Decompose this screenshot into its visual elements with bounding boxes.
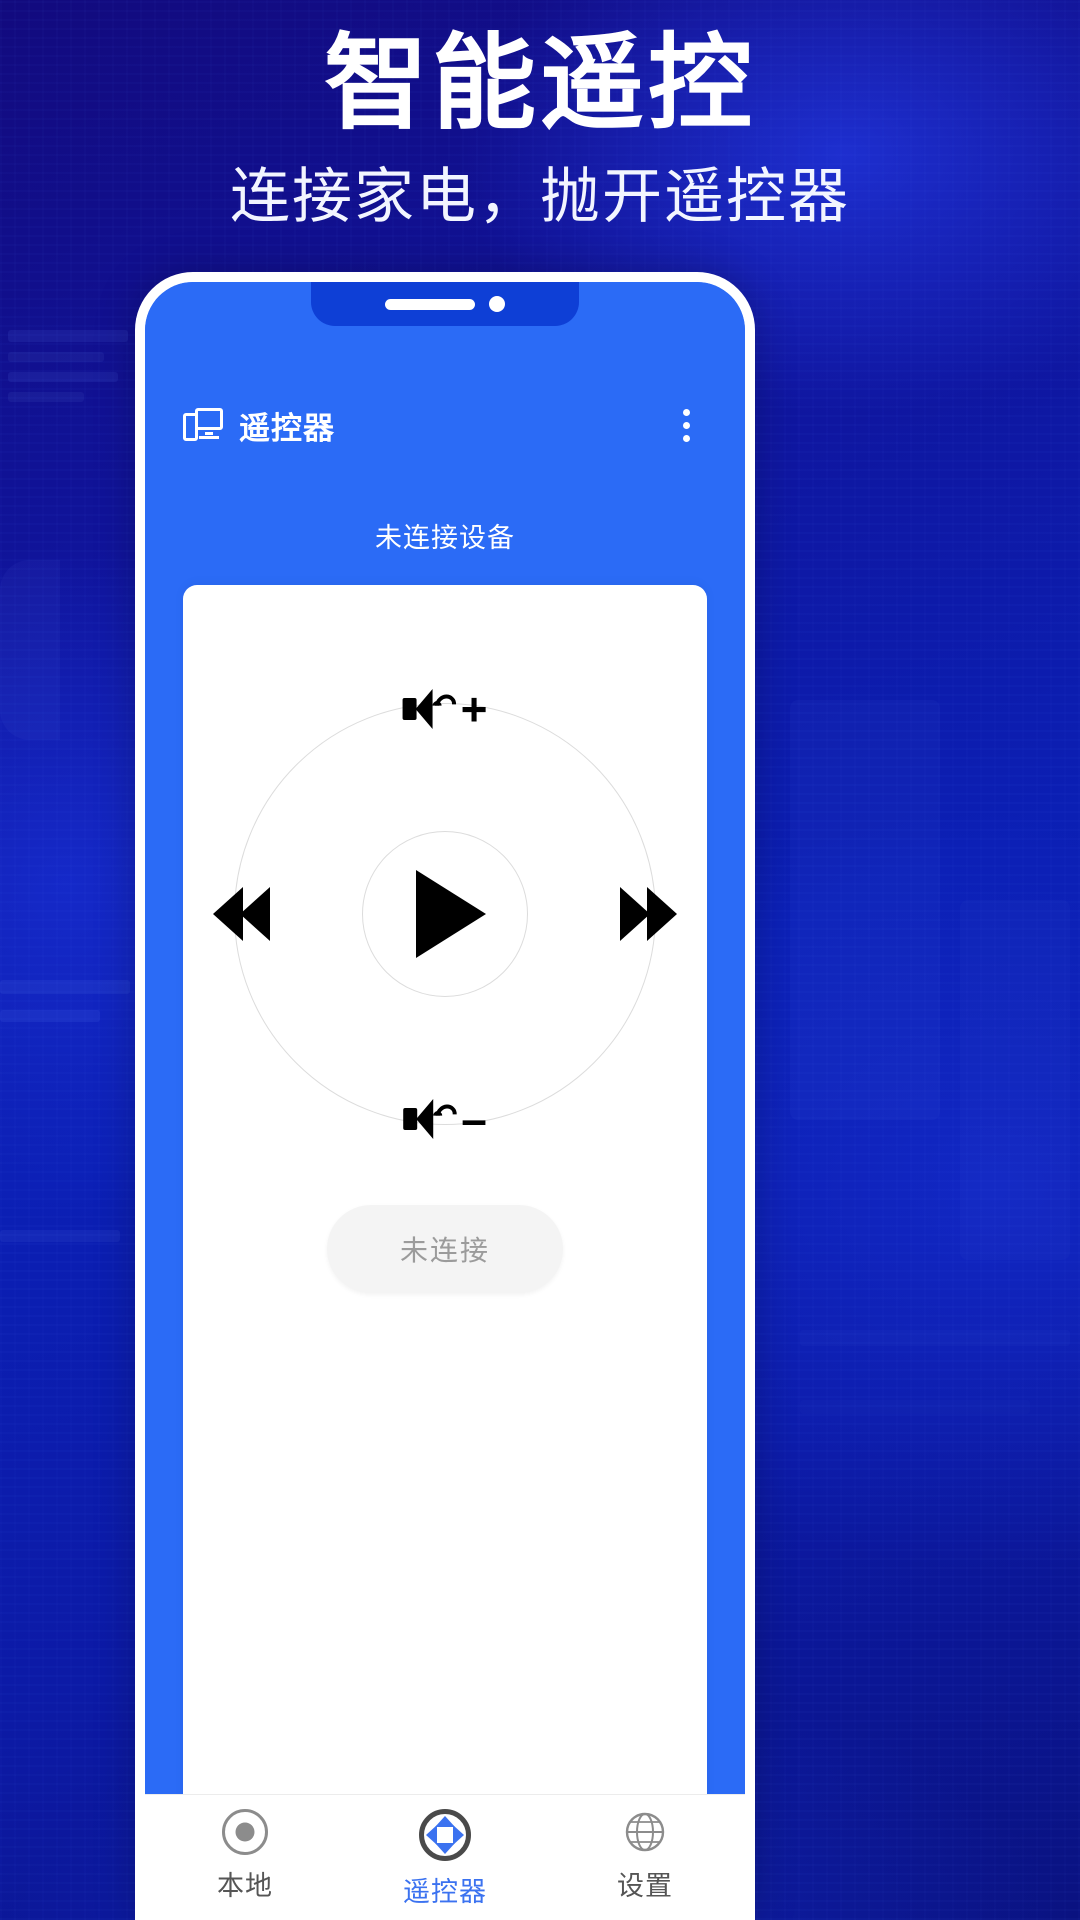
bg-decor-block bbox=[960, 900, 1070, 1260]
dpad-icon bbox=[419, 1809, 471, 1861]
bg-decor-block bbox=[8, 392, 84, 402]
settings-globe-icon bbox=[622, 1809, 668, 1855]
volume-down-icon bbox=[403, 1097, 462, 1141]
app-bar-title: 遥控器 bbox=[239, 410, 335, 446]
fast-forward-icon bbox=[620, 887, 677, 941]
previous-button[interactable] bbox=[213, 887, 270, 941]
nav-label-local: 本地 bbox=[217, 1871, 273, 1901]
bg-decor-block bbox=[0, 1230, 120, 1242]
camera-dot-icon bbox=[489, 296, 505, 312]
bg-decor-block bbox=[800, 1400, 1030, 1414]
connect-button[interactable]: 未连接 bbox=[327, 1205, 563, 1293]
speaker-bar-icon bbox=[385, 298, 475, 310]
volume-up-sign: + bbox=[460, 683, 488, 735]
bg-decor-block bbox=[0, 1010, 100, 1022]
nav-item-remote[interactable]: 遥控器 bbox=[345, 1795, 545, 1920]
phone-mockup: 遥控器 未连接设备 + – 未连接 本地 遥控器 设置 bbox=[135, 272, 755, 1920]
app-bar: 遥控器 bbox=[145, 386, 745, 464]
promo-subtitle: 连接家电，抛开遥控器 bbox=[230, 163, 850, 231]
volume-down-button[interactable]: – bbox=[403, 1096, 487, 1142]
bg-decor-block bbox=[8, 330, 128, 342]
remote-card: + – 未连接 bbox=[183, 585, 707, 1920]
devices-icon bbox=[183, 408, 223, 442]
bg-decor-block bbox=[0, 980, 130, 994]
rewind-icon bbox=[213, 887, 270, 941]
remote-wheel: + – bbox=[213, 686, 677, 1142]
promo-title: 智能遥控 bbox=[323, 26, 756, 142]
connect-button-label: 未连接 bbox=[399, 1235, 490, 1266]
bottom-navigation: 本地 遥控器 设置 bbox=[145, 1794, 745, 1920]
volume-up-icon bbox=[402, 687, 461, 731]
overflow-menu-icon[interactable] bbox=[661, 400, 711, 450]
bg-decor-block bbox=[0, 560, 60, 740]
nav-item-local[interactable]: 本地 bbox=[145, 1795, 345, 1920]
nav-label-settings: 设置 bbox=[617, 1871, 673, 1901]
phone-screen: 遥控器 未连接设备 + – 未连接 本地 遥控器 设置 bbox=[145, 282, 745, 1920]
promo-headline: 智能遥控 连接家电，抛开遥控器 bbox=[0, 0, 1080, 230]
nav-item-settings[interactable]: 设置 bbox=[545, 1795, 745, 1920]
nav-label-remote: 遥控器 bbox=[403, 1877, 487, 1907]
next-button[interactable] bbox=[620, 887, 677, 941]
bg-decor-block bbox=[8, 352, 104, 362]
app-bar-left: 遥控器 bbox=[183, 403, 335, 448]
bg-decor-block bbox=[800, 1330, 1070, 1346]
volume-up-button[interactable]: + bbox=[402, 683, 488, 735]
local-icon bbox=[222, 1809, 268, 1855]
phone-notch bbox=[311, 282, 579, 326]
volume-down-sign: – bbox=[461, 1093, 487, 1145]
play-icon bbox=[416, 870, 486, 958]
bg-decor-block bbox=[790, 700, 940, 1120]
bg-decor-block bbox=[8, 372, 118, 382]
connection-status-text: 未连接设备 bbox=[375, 523, 515, 553]
play-button[interactable] bbox=[362, 831, 528, 997]
